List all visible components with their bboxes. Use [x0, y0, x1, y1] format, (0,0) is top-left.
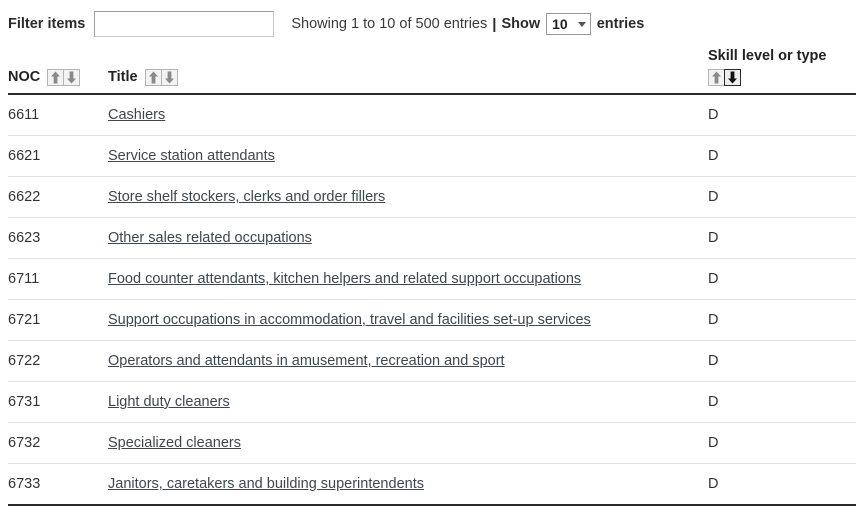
page-length-select[interactable]: 10	[546, 13, 591, 35]
cell-noc-code: 6623	[8, 217, 108, 259]
table-row: 6611 Cashiers D	[8, 93, 856, 136]
cell-noc-code: 6711	[8, 258, 108, 300]
show-label: Show	[501, 16, 541, 32]
noc-title-link[interactable]: Service station attendants	[108, 148, 275, 164]
cell-noc-code: 6611	[8, 93, 108, 136]
noc-table-container: NOC Title Skill level or type 6611 Cashi…	[8, 44, 856, 506]
cell-skill-level: D	[708, 299, 856, 341]
cell-noc-code: 6621	[8, 135, 108, 177]
noc-title-link[interactable]: Support occupations in accommodation, tr…	[108, 312, 591, 328]
table-head: NOC Title Skill level or type	[8, 44, 856, 95]
table-row: 6721 Support occupations in accommodation…	[8, 299, 856, 341]
noc-title-link[interactable]: Cashiers	[108, 107, 165, 123]
title-sort-controls	[144, 68, 178, 86]
table-controls-bar: Filter items Showing 1 to 10 of 500 entr…	[8, 8, 856, 40]
noc-title-link[interactable]: Other sales related occupations	[108, 230, 312, 246]
caret-down-icon	[577, 21, 586, 27]
cell-title: Other sales related occupations	[108, 217, 708, 259]
noc-title-link[interactable]: Store shelf stockers, clerks and order f…	[108, 189, 385, 205]
table-row: 6733 Janitors, caretakers and building su…	[8, 463, 856, 506]
cell-skill-level: D	[708, 135, 856, 177]
cell-title: Food counter attendants, kitchen helpers…	[108, 258, 708, 300]
cell-noc-code: 6722	[8, 340, 108, 382]
cell-title: Cashiers	[108, 93, 708, 136]
filter-items-input[interactable]	[94, 11, 275, 37]
column-header-noc-label: NOC	[8, 69, 41, 86]
cell-noc-code: 6731	[8, 381, 108, 423]
table-row: 6621 Service station attendants D	[8, 135, 856, 177]
noc-title-link[interactable]: Food counter attendants, kitchen helpers…	[108, 271, 581, 287]
cell-title: Light duty cleaners	[108, 381, 708, 423]
noc-title-link[interactable]: Light duty cleaners	[108, 394, 230, 410]
showing-entries-text: Showing 1 to 10 of 500 entries	[291, 16, 488, 32]
cell-skill-level: D	[708, 340, 856, 382]
sort-ascending-arrow-icon[interactable]	[708, 68, 725, 86]
table-row: 6622 Store shelf stockers, clerks and ord…	[8, 176, 856, 218]
cell-skill-level: D	[708, 93, 856, 136]
cell-title: Operators and attendants in amusement, r…	[108, 340, 708, 382]
filter-items-label: Filter items	[8, 16, 86, 32]
cell-title: Service station attendants	[108, 135, 708, 177]
table-body: 6611 Cashiers D 6621 Service station attenda…	[8, 93, 856, 506]
cell-skill-level: D	[708, 463, 856, 506]
sort-ascending-arrow-icon[interactable]	[47, 68, 65, 86]
table-row: 6722 Operators and attendants in amusemen…	[8, 340, 856, 382]
table-row: 6711 Food counter attendants, kitchen hel…	[8, 258, 856, 300]
column-header-skill-level: Skill level or type	[708, 44, 856, 95]
cell-noc-code: 6732	[8, 422, 108, 464]
sort-descending-arrow-icon[interactable]	[160, 68, 178, 86]
noc-title-link[interactable]: Operators and attendants in amusement, r…	[108, 353, 505, 369]
cell-noc-code: 6733	[8, 463, 108, 506]
cell-noc-code: 6721	[8, 299, 108, 341]
table-row: 6623 Other sales related occupations D	[8, 217, 856, 259]
noc-list-page: Filter items Showing 1 to 10 of 500 entr…	[0, 0, 864, 510]
sort-ascending-arrow-icon[interactable]	[144, 68, 162, 86]
cell-skill-level: D	[708, 422, 856, 464]
table-header-row: NOC Title Skill level or type	[8, 44, 856, 95]
table-row: 6732 Specialized cleaners D	[8, 422, 856, 464]
table-row: 6731 Light duty cleaners D	[8, 381, 856, 423]
controls-separator: |	[492, 15, 497, 33]
cell-skill-level: D	[708, 381, 856, 423]
column-header-title: Title	[108, 44, 708, 95]
cell-skill-level: D	[708, 176, 856, 218]
cell-skill-level: D	[708, 217, 856, 259]
column-header-title-label: Title	[108, 69, 138, 86]
noc-sort-controls	[47, 68, 81, 86]
noc-title-link[interactable]: Janitors, caretakers and building superi…	[108, 476, 424, 492]
cell-title: Support occupations in accommodation, tr…	[108, 299, 708, 341]
sort-descending-arrow-icon[interactable]	[63, 68, 81, 86]
cell-title: Specialized cleaners	[108, 422, 708, 464]
noc-title-link[interactable]: Specialized cleaners	[108, 435, 241, 451]
skill-sort-controls	[708, 68, 741, 86]
cell-noc-code: 6622	[8, 176, 108, 218]
cell-title: Store shelf stockers, clerks and order f…	[108, 176, 708, 218]
sort-descending-arrow-icon[interactable]	[724, 68, 741, 86]
cell-skill-level: D	[708, 258, 856, 300]
entries-label: entries	[596, 16, 645, 32]
noc-table: NOC Title Skill level or type 6611 Cashi…	[8, 44, 856, 506]
column-header-noc: NOC	[8, 44, 108, 95]
column-header-skill-level-label: Skill level or type	[708, 48, 827, 64]
page-length-value: 10	[552, 16, 568, 32]
cell-title: Janitors, caretakers and building superi…	[108, 463, 708, 506]
